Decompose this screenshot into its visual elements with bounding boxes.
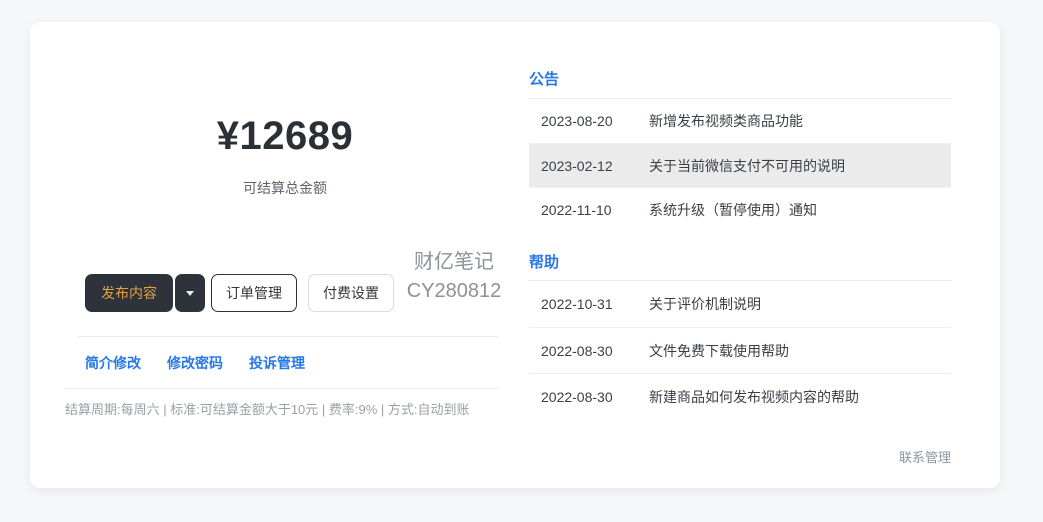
announcement-row[interactable]: 2023-02-12 关于当前微信支付不可用的说明 xyxy=(529,143,951,187)
quick-links: 简介修改 修改密码 投诉管理 xyxy=(85,353,305,373)
announcement-title-text: 新增发布视频类商品功能 xyxy=(649,111,951,131)
announcement-title-text: 关于当前微信支付不可用的说明 xyxy=(649,156,951,176)
watermark-line2: CY280812 xyxy=(405,277,503,306)
publish-dropdown-toggle[interactable] xyxy=(175,274,205,312)
help-section: 帮助 2022-10-31 关于评价机制说明 2022-08-30 文件免费下载… xyxy=(529,251,951,419)
order-management-button[interactable]: 订单管理 xyxy=(211,274,297,312)
publish-split-button: 发布内容 xyxy=(85,274,205,312)
announcements-section: 公告 2023-08-20 新增发布视频类商品功能 2023-02-12 关于当… xyxy=(529,68,951,231)
help-row[interactable]: 2022-08-30 文件免费下载使用帮助 xyxy=(529,327,951,373)
announcements-title: 公告 xyxy=(529,68,951,99)
publish-content-button[interactable]: 发布内容 xyxy=(85,274,173,312)
help-title-text: 关于评价机制说明 xyxy=(649,294,951,314)
link-change-password[interactable]: 修改密码 xyxy=(167,353,223,373)
watermark: 财亿笔记 CY280812 xyxy=(405,248,503,306)
help-row[interactable]: 2022-08-30 新建商品如何发布视频内容的帮助 xyxy=(529,373,951,419)
notice-panel: 公告 2023-08-20 新增发布视频类商品功能 2023-02-12 关于当… xyxy=(529,68,951,467)
link-edit-profile[interactable]: 简介修改 xyxy=(85,353,141,373)
help-title-text: 文件免费下载使用帮助 xyxy=(649,341,951,361)
help-title-text: 新建商品如何发布视频内容的帮助 xyxy=(649,387,951,407)
announcement-date: 2023-02-12 xyxy=(529,158,649,174)
announcement-row[interactable]: 2023-08-20 新增发布视频类商品功能 xyxy=(529,99,951,143)
help-title: 帮助 xyxy=(529,251,951,281)
settleable-amount-label: 可结算总金额 xyxy=(65,178,505,198)
caret-down-icon xyxy=(186,291,194,296)
help-date: 2022-10-31 xyxy=(529,296,649,312)
dashboard-card: ¥12689 可结算总金额 发布内容 订单管理 付费设置 财亿笔记 CY2808… xyxy=(30,22,1000,488)
action-button-row: 发布内容 订单管理 付费设置 xyxy=(85,274,394,312)
settleable-amount: ¥12689 xyxy=(65,114,505,159)
announcement-date: 2023-08-20 xyxy=(529,113,649,129)
announcement-title-text: 系统升级（暂停使用）通知 xyxy=(649,200,951,220)
settlement-rules-footnote: 结算周期:每周六 | 标准:可结算金额大于10元 | 费率:9% | 方式:自动… xyxy=(65,399,470,418)
help-date: 2022-08-30 xyxy=(529,389,649,405)
contact-row: 联系管理 xyxy=(529,447,951,467)
announcement-date: 2022-11-10 xyxy=(529,202,649,218)
help-row[interactable]: 2022-10-31 关于评价机制说明 xyxy=(529,281,951,327)
watermark-line1: 财亿笔记 xyxy=(405,248,503,277)
help-date: 2022-08-30 xyxy=(529,343,649,359)
link-complaint-management[interactable]: 投诉管理 xyxy=(249,353,305,373)
divider-above-footnote xyxy=(65,388,498,389)
announcement-row[interactable]: 2022-11-10 系统升级（暂停使用）通知 xyxy=(529,187,951,231)
contact-management-link[interactable]: 联系管理 xyxy=(899,450,951,465)
settlement-panel: ¥12689 可结算总金额 发布内容 订单管理 付费设置 财亿笔记 CY2808… xyxy=(65,22,505,488)
divider-above-links xyxy=(78,336,498,337)
payment-settings-button[interactable]: 付费设置 xyxy=(308,274,394,312)
